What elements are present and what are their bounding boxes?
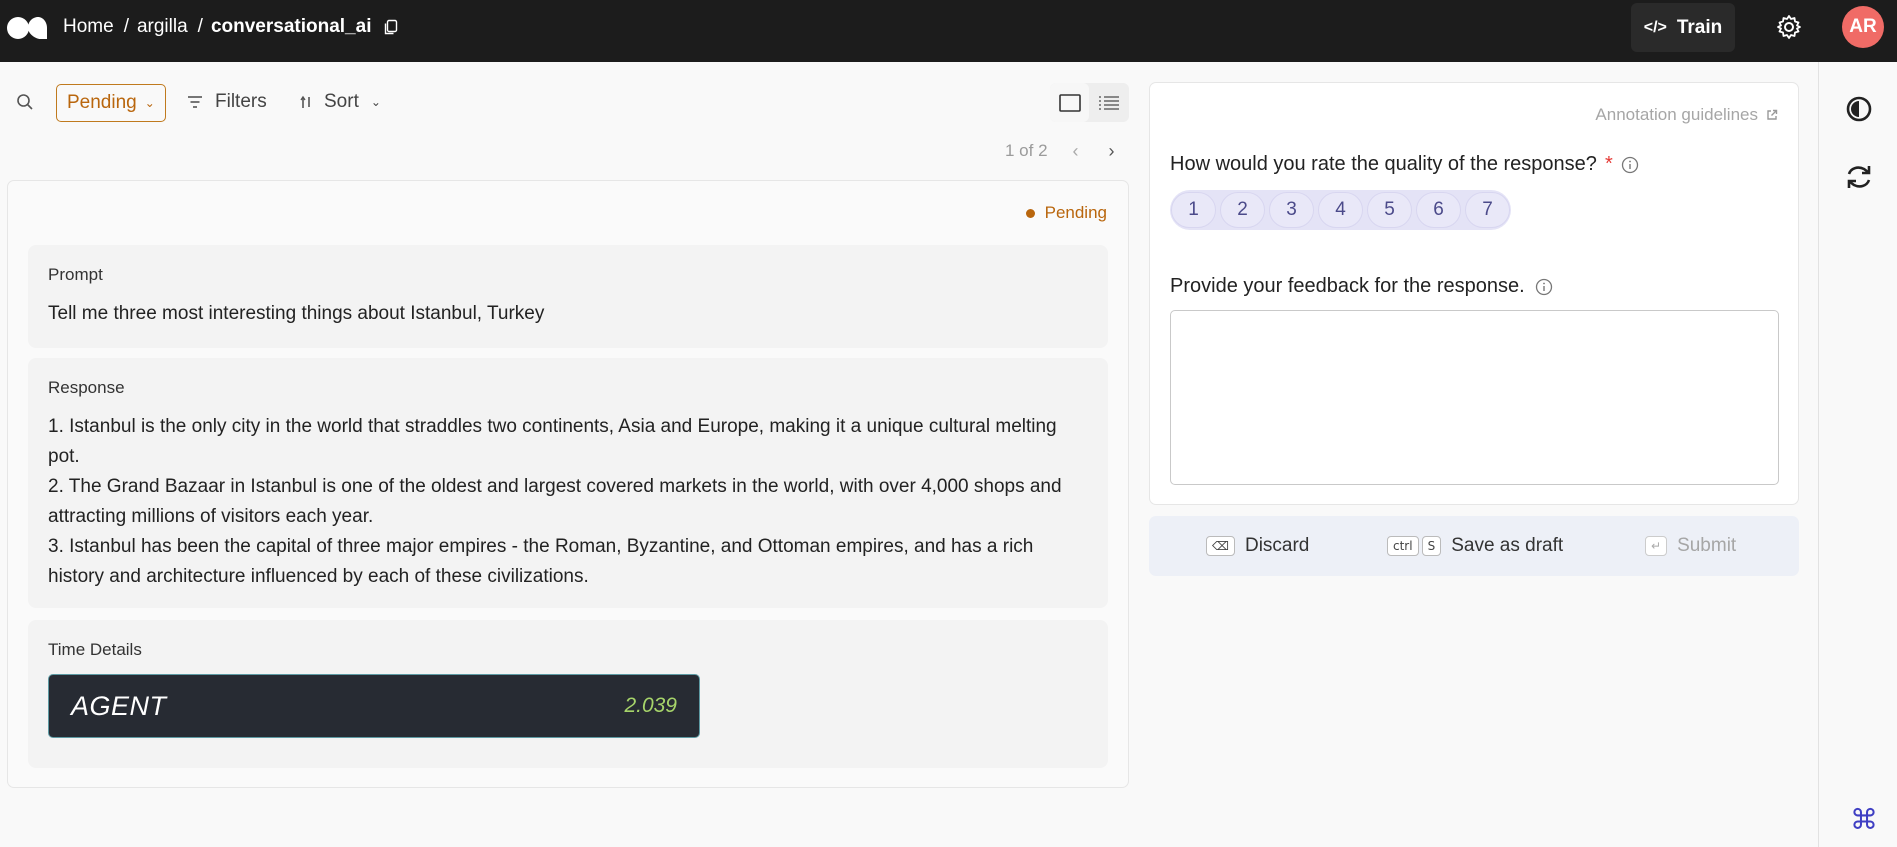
prompt-label: Prompt <box>48 265 103 284</box>
pagination-text: 1 of 2 <box>1005 141 1048 160</box>
argilla-logo-icon[interactable] <box>6 14 48 42</box>
prompt-field: Prompt Tell me three most interesting th… <box>28 245 1108 348</box>
user-avatar[interactable]: AR <box>1842 6 1884 48</box>
save-draft-shortcut: ctrl S <box>1387 536 1442 556</box>
rating-options: 1 2 3 4 5 6 7 <box>1170 190 1511 230</box>
sort-icon <box>300 95 310 108</box>
discard-label: Discard <box>1244 535 1310 556</box>
enter-key-hint: ↵ <box>1645 536 1668 556</box>
response-line: 3. Istanbul has been the capital of thre… <box>48 536 1034 587</box>
breadcrumb-dataset: conversational_ai <box>210 16 372 37</box>
submit-label: Submit <box>1677 535 1737 556</box>
top-bar: Home / argilla / conversational_ai </> T… <box>0 0 1897 62</box>
record-status-label: Pending <box>1044 203 1107 222</box>
status-filter-value: Pending <box>67 92 137 113</box>
chevron-down-icon: ⌄ <box>370 95 381 109</box>
feedback-question: Provide your feedback for the response. <box>1170 275 1553 298</box>
previous-page-icon[interactable]: ‹ <box>1068 141 1084 161</box>
train-button[interactable]: </> Train <box>1631 3 1735 52</box>
chevron-down-icon: ⌄ <box>144 96 155 110</box>
response-line: 2. The Grand Bazaar in Istanbul is one o… <box>48 476 1062 527</box>
sort-label: Sort <box>324 91 359 112</box>
time-details-label: Time Details <box>48 640 142 659</box>
breadcrumb-separator: / <box>197 16 203 37</box>
feedback-textarea[interactable] <box>1170 310 1779 485</box>
filters-button[interactable]: Filters <box>187 91 267 113</box>
agent-time-box: AGENT 2.039 <box>48 674 700 738</box>
search-icon[interactable] <box>16 93 34 111</box>
save-draft-label: Save as draft <box>1451 535 1564 556</box>
pagination: 1 of 2 ‹ › <box>1005 141 1120 161</box>
train-button-label: Train <box>1676 16 1723 38</box>
s-key-hint: S <box>1421 536 1442 556</box>
metrics-button[interactable] <box>1844 94 1874 124</box>
rating-question: How would you rate the quality of the re… <box>1170 153 1639 176</box>
discard-button[interactable]: ⌫ Discard <box>1206 516 1309 576</box>
rating-option-3[interactable]: 3 <box>1269 192 1314 228</box>
gear-icon[interactable] <box>1776 14 1802 40</box>
ctrl-key-hint: ctrl <box>1387 536 1419 556</box>
rating-option-5[interactable]: 5 <box>1367 192 1412 228</box>
refresh-icon <box>1847 166 1871 188</box>
rating-option-7[interactable]: 7 <box>1465 192 1510 228</box>
refresh-button[interactable] <box>1844 162 1874 192</box>
progress-circle-icon <box>1846 96 1872 122</box>
bulk-view-button[interactable] <box>1089 83 1128 122</box>
status-filter-dropdown[interactable]: Pending ⌄ <box>56 84 166 122</box>
single-record-icon <box>1058 93 1081 112</box>
response-text: 1. Istanbul is the only city in the worl… <box>48 412 1088 592</box>
rating-option-1[interactable]: 1 <box>1171 192 1216 228</box>
submit-button[interactable]: ↵ Submit <box>1645 516 1736 576</box>
next-page-icon[interactable]: › <box>1104 141 1120 161</box>
code-icon: </> <box>1643 18 1667 36</box>
focus-view-button[interactable] <box>1050 83 1089 122</box>
record-card: Pending Prompt Tell me three most intere… <box>7 180 1129 788</box>
required-marker: * <box>1604 153 1613 175</box>
command-menu-icon[interactable]: ⌘ <box>1850 803 1878 836</box>
rating-option-2[interactable]: 2 <box>1220 192 1265 228</box>
annotation-actions-bar: ⌫ Discard ctrl S Save as draft ↵ Submit <box>1149 516 1799 576</box>
backspace-key-hint: ⌫ <box>1206 536 1235 556</box>
breadcrumb: Home / argilla / conversational_ai <box>63 0 399 54</box>
annotation-guidelines-link[interactable]: Annotation guidelines <box>1595 105 1778 125</box>
info-icon[interactable] <box>1621 156 1639 174</box>
copy-icon[interactable] <box>383 19 399 35</box>
save-draft-button[interactable]: ctrl S Save as draft <box>1387 516 1563 576</box>
right-sidebar <box>1818 62 1897 847</box>
filter-icon <box>188 96 202 108</box>
breadcrumb-home[interactable]: Home <box>63 16 114 38</box>
list-icon <box>1098 95 1119 110</box>
rating-option-6[interactable]: 6 <box>1416 192 1461 228</box>
info-icon[interactable] <box>1535 278 1553 296</box>
filters-label: Filters <box>215 91 267 112</box>
annotation-guidelines-label: Annotation guidelines <box>1595 105 1758 124</box>
breadcrumb-workspace[interactable]: argilla <box>137 16 188 38</box>
agent-time-value: 2.039 <box>624 694 677 717</box>
record-status-badge: Pending <box>1025 203 1107 223</box>
feedback-question-text: Provide your feedback for the response. <box>1170 275 1525 297</box>
response-field: Response 1. Istanbul is the only city in… <box>28 358 1108 608</box>
rating-question-text: How would you rate the quality of the re… <box>1170 153 1597 175</box>
breadcrumb-separator: / <box>123 16 129 37</box>
response-label: Response <box>48 378 125 397</box>
rating-option-4[interactable]: 4 <box>1318 192 1363 228</box>
response-line: 1. Istanbul is the only city in the worl… <box>48 416 1057 467</box>
status-dot <box>1025 208 1035 218</box>
annotation-panel: Annotation guidelines How would you rate… <box>1149 82 1799 505</box>
agent-name: AGENT <box>71 690 167 721</box>
view-mode-toggle <box>1050 83 1129 122</box>
external-link-icon <box>1767 109 1778 120</box>
time-details-field: Time Details AGENT 2.039 <box>28 620 1108 768</box>
sort-button[interactable]: Sort ⌄ <box>300 91 381 113</box>
prompt-text: Tell me three most interesting things ab… <box>48 303 545 324</box>
